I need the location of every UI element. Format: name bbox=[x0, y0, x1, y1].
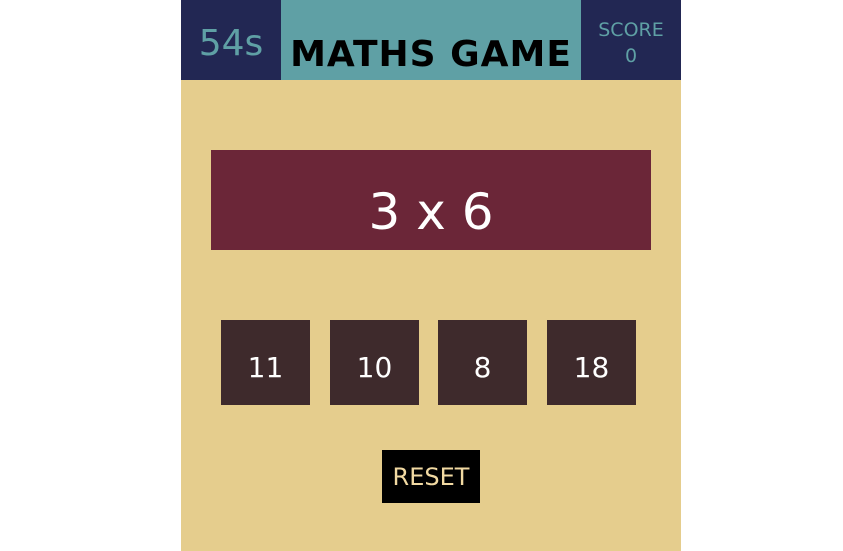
game-panel: 54s MATHS GAME SCORE 0 3 x 6 11 10 8 18 … bbox=[181, 0, 681, 551]
answer-options: 11 10 8 18 bbox=[221, 320, 641, 405]
timer-display: 54s bbox=[181, 0, 281, 80]
game-header: 54s MATHS GAME SCORE 0 bbox=[181, 0, 681, 80]
answer-option-4[interactable]: 18 bbox=[547, 320, 636, 405]
question-display: 3 x 6 bbox=[211, 150, 651, 250]
answer-option-1[interactable]: 11 bbox=[221, 320, 310, 405]
score-label: SCORE bbox=[598, 19, 664, 41]
score-value: 0 bbox=[624, 45, 638, 67]
score-panel: SCORE 0 bbox=[581, 0, 681, 80]
game-title: MATHS GAME bbox=[281, 0, 581, 80]
answer-option-2[interactable]: 10 bbox=[330, 320, 419, 405]
answer-option-3[interactable]: 8 bbox=[438, 320, 527, 405]
reset-button[interactable]: RESET bbox=[382, 450, 480, 503]
